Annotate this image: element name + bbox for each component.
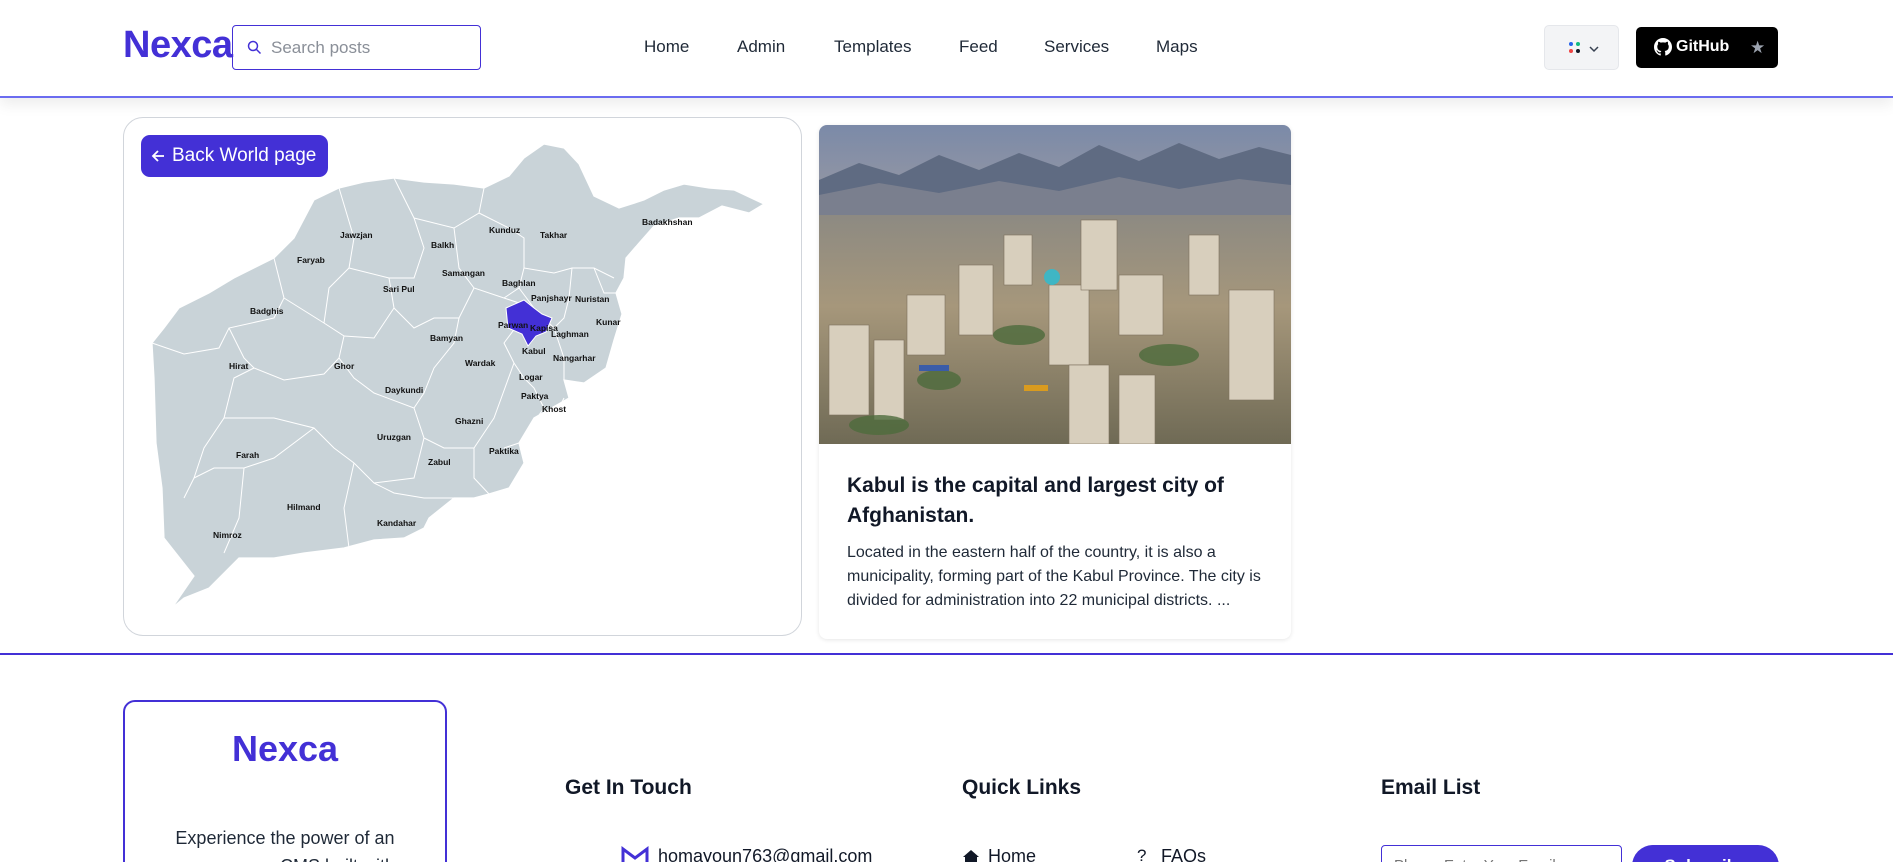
nav-maps[interactable]: Maps [1156, 37, 1198, 57]
chevron-down-icon [1589, 46, 1599, 53]
province-map-card: Badakhshan Jawzjan Balkh Kunduz Takhar F… [123, 117, 802, 636]
label-ghor: Ghor [334, 361, 355, 371]
mail-icon [621, 846, 649, 862]
nav-feed[interactable]: Feed [959, 37, 998, 57]
search-box[interactable] [232, 25, 481, 70]
label-bamyan: Bamyan [430, 333, 463, 343]
label-kunar: Kunar [596, 317, 621, 327]
label-jawzjan: Jawzjan [340, 230, 373, 240]
label-uruzgan: Uruzgan [377, 432, 411, 442]
nav-services[interactable]: Services [1044, 37, 1109, 57]
label-hilmand: Hilmand [287, 502, 321, 512]
label-farah: Farah [236, 450, 259, 460]
label-daykundi: Daykundi [385, 385, 423, 395]
label-badakhshan: Badakhshan [642, 217, 693, 227]
label-laghman: Laghman [551, 329, 589, 339]
top-navbar: Nexca Home Admin Templates Feed Services… [0, 0, 1893, 98]
label-khost: Khost [542, 404, 566, 414]
github-icon [1654, 38, 1672, 56]
label-baghlan: Baghlan [502, 278, 536, 288]
label-kunduz: Kunduz [489, 225, 520, 235]
label-kabul: Kabul [522, 346, 546, 356]
nav-home[interactable]: Home [644, 37, 689, 57]
article-title[interactable]: Kabul is the capital and largest city of… [847, 471, 1267, 531]
afghanistan-map: Badakhshan Jawzjan Balkh Kunduz Takhar F… [151, 143, 766, 609]
nav-admin[interactable]: Admin [737, 37, 785, 57]
label-paktika: Paktika [489, 446, 519, 456]
site-logo[interactable]: Nexca [123, 24, 233, 67]
get-in-touch-heading: Get In Touch [565, 776, 692, 799]
question-icon: ? [1137, 846, 1147, 862]
city-article-card[interactable]: Kabul is the capital and largest city of… [819, 125, 1291, 639]
footer-logo[interactable]: Nexca [125, 728, 445, 770]
palette-icon [1569, 42, 1580, 53]
newsletter-email-input[interactable] [1381, 845, 1622, 862]
label-paktya: Paktya [521, 391, 549, 401]
label-ghazni: Ghazni [455, 416, 483, 426]
label-kandahar: Kandahar [377, 518, 417, 528]
label-nangarhar: Nangarhar [553, 353, 596, 363]
label-parwan: Parwan [498, 320, 528, 330]
label-faryab: Faryab [297, 255, 325, 265]
back-world-button[interactable]: Back World page [141, 135, 329, 177]
github-button[interactable]: GitHub ★ [1636, 27, 1778, 68]
label-wardak: Wardak [465, 358, 496, 368]
star-icon: ★ [1750, 38, 1766, 57]
nav-templates[interactable]: Templates [834, 37, 911, 57]
footer-brand-card: Nexca Experience the power of an open-so… [123, 700, 447, 862]
quick-links-heading: Quick Links [962, 776, 1082, 799]
label-nuristan: Nuristan [575, 294, 609, 304]
search-input[interactable] [271, 35, 471, 61]
label-sari-pul: Sari Pul [383, 284, 415, 294]
home-icon [963, 850, 979, 862]
search-icon [247, 40, 262, 55]
footer-link-faqs[interactable]: FAQs [1161, 846, 1206, 862]
label-logar: Logar [519, 372, 543, 382]
label-samangan: Samangan [442, 268, 485, 278]
label-takhar: Takhar [540, 230, 568, 240]
arrow-left-icon [151, 150, 164, 162]
label-nimroz: Nimroz [213, 530, 242, 540]
email-list-heading: Email List [1381, 776, 1481, 799]
subscribe-button[interactable]: Subscribe [1632, 845, 1779, 862]
contact-email[interactable]: homayoun763@gmail.com [658, 846, 872, 862]
back-world-label: Back World page [172, 145, 317, 166]
theme-selector[interactable] [1544, 25, 1619, 70]
label-panjshayr: Panjshayr [531, 293, 572, 303]
article-excerpt: Located in the eastern half of the count… [847, 544, 1261, 609]
label-zabul: Zabul [428, 457, 451, 467]
kabul-city-photo [819, 125, 1291, 444]
github-label: GitHub [1676, 38, 1730, 55]
label-balkh: Balkh [431, 240, 454, 250]
footer-divider [0, 653, 1893, 655]
country-shape [151, 143, 766, 609]
footer-link-home[interactable]: Home [988, 846, 1036, 862]
footer-tagline: Experience the power of an open-source C… [175, 828, 395, 862]
label-hirat: Hirat [229, 361, 249, 371]
label-badghis: Badghis [250, 306, 284, 316]
